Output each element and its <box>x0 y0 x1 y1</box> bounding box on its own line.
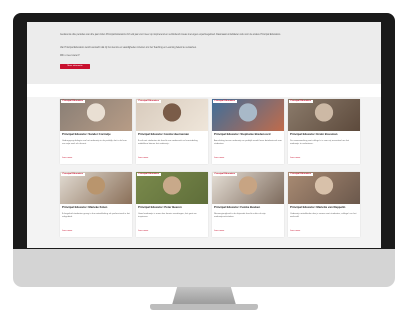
educator-photo: Principal Educators <box>288 99 360 131</box>
educator-card[interactable]: Principal Educators Principal Educator: … <box>136 99 208 164</box>
card-tag: Principal Educators <box>137 173 161 176</box>
card-read-more-link[interactable]: Lees meer <box>214 230 224 232</box>
monitor-stand-base <box>150 304 258 310</box>
educator-photo: Principal Educators <box>60 172 132 204</box>
card-excerpt: Onderwijs ontwikkelen doe je samen met s… <box>290 213 357 218</box>
card-read-more-link[interactable]: Lees meer <box>138 157 148 159</box>
monitor-chin <box>13 249 395 287</box>
educator-photo: Principal Educators <box>136 99 208 131</box>
educator-photo: Principal Educators <box>212 99 284 131</box>
card-read-more-link[interactable]: Lees meer <box>290 157 300 159</box>
educator-photo: Principal Educators <box>136 172 208 204</box>
card-tag: Principal Educators <box>213 173 237 176</box>
card-title: Principal Educator: Femke Beuken <box>214 205 261 209</box>
screen: Gedurende drie periodes van drie jaar zu… <box>27 22 381 248</box>
card-excerpt: Aansluiting tussen onderwijs en praktijk… <box>214 140 282 145</box>
educator-card[interactable]: Principal Educators Principal Educator: … <box>288 172 360 237</box>
card-tag: Principal Educators <box>289 100 313 103</box>
card-tag: Principal Educators <box>137 100 161 103</box>
intro-paragraph: Gedurende drie periodes van drie jaar zu… <box>60 34 281 36</box>
more-info-button[interactable]: Meer informatie <box>60 64 90 69</box>
card-read-more-link[interactable]: Lees meer <box>290 230 300 232</box>
monitor-stand-neck <box>172 287 236 305</box>
card-title: Principal Educator: Erwin Bossman <box>290 132 338 136</box>
educator-photo: Principal Educators <box>288 172 360 204</box>
educator-photo: Principal Educators <box>212 172 284 204</box>
educator-card[interactable]: Principal Educators Principal Educator: … <box>288 99 360 164</box>
card-title: Principal Educator: Peter Beeren <box>138 205 182 209</box>
card-read-more-link[interactable]: Lees meer <box>214 157 224 159</box>
card-read-more-link[interactable]: Lees meer <box>138 230 148 232</box>
card-read-more-link[interactable]: Lees meer <box>62 157 72 159</box>
card-tag: Principal Educators <box>213 100 237 103</box>
educator-card[interactable]: Principal Educators Principal Educator: … <box>60 99 132 164</box>
educator-card[interactable]: Principal Educators Principal Educator: … <box>136 172 208 237</box>
card-excerpt: Ik wil met studenten de kracht van onder… <box>138 140 198 145</box>
card-excerpt: Ik begeleid studenten graag in hun ontwi… <box>62 213 130 218</box>
card-tag: Principal Educators <box>61 173 85 176</box>
educator-card[interactable]: Principal Educators Principal Educator: … <box>60 172 132 237</box>
card-title: Principal Educator: Marieke Kolen <box>62 205 108 209</box>
educator-photo: Principal Educators <box>60 99 132 131</box>
card-excerpt: Gedragspsychologie van het onderwijs in … <box>62 140 127 145</box>
card-tag: Principal Educators <box>289 173 313 176</box>
card-title: Principal Educator: Hestia Huerneman <box>138 132 189 136</box>
card-title: Principal Educator: Sander Cornielje <box>62 132 111 136</box>
intro-section: Gedurende drie periodes van drie jaar zu… <box>27 22 381 84</box>
educator-cards-grid: Principal Educators Principal Educator: … <box>27 97 381 248</box>
card-title: Principal Educator: Mariette van Rappeli… <box>290 205 346 209</box>
card-read-more-link[interactable]: Lees meer <box>62 230 72 232</box>
card-excerpt: Nieuwsgierigheid is de drijvende kracht … <box>214 213 266 218</box>
intro-paragraph: Van Principal Educators wordt verwacht d… <box>60 47 197 49</box>
card-tag: Principal Educators <box>61 100 85 103</box>
card-excerpt: Goed onderwijs is meer dan kennis overdr… <box>138 213 197 218</box>
card-excerpt: De samenwerking met collega's is voor mi… <box>290 140 350 145</box>
educator-card[interactable]: Principal Educators Principal Educator: … <box>212 172 284 237</box>
card-title: Principal Educator: Stephanie Bredenoord <box>214 132 271 136</box>
educator-card[interactable]: Principal Educators Principal Educator: … <box>212 99 284 164</box>
intro-question: Wilt u meer weten? <box>60 55 80 57</box>
